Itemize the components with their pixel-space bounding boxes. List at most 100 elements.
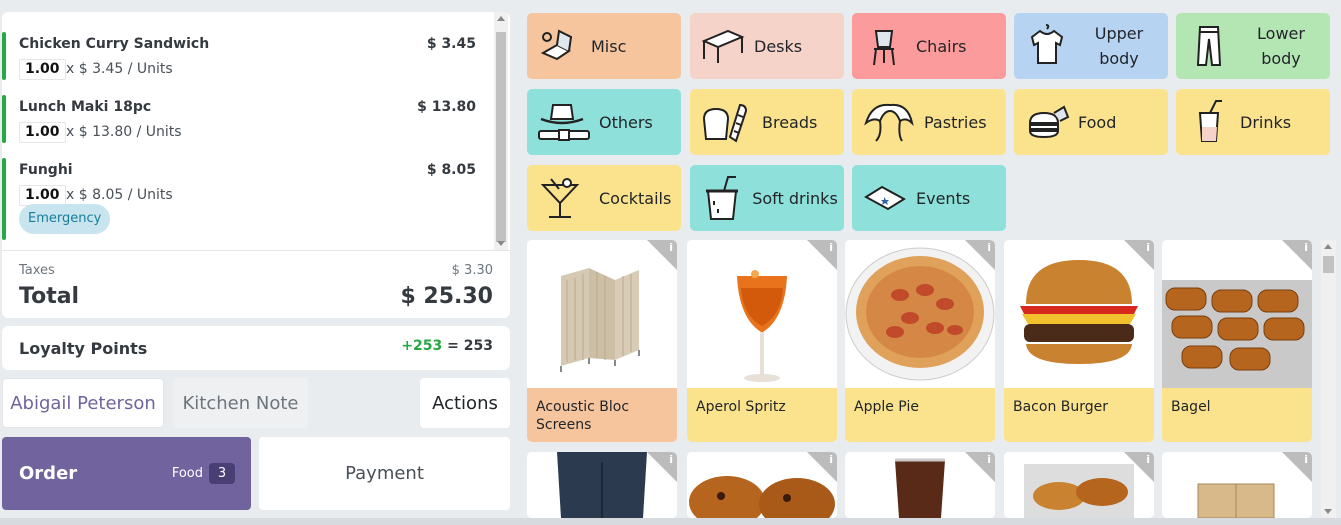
bottom-edge	[0, 518, 1341, 525]
loyalty-equals: =	[447, 338, 459, 354]
total-label: Total	[19, 284, 80, 309]
misc-icon	[540, 29, 573, 61]
product-card[interactable]: Aperol Spritz i	[687, 240, 837, 442]
total-value: $ 25.30	[400, 284, 493, 309]
product-card[interactable]: i	[1162, 452, 1312, 518]
category-lower-body[interactable]: Lower body	[1176, 13, 1330, 79]
scroll-down-arrow-icon[interactable]	[1324, 509, 1332, 514]
loyalty-label: Loyalty Points	[19, 339, 148, 358]
hat-icon	[538, 104, 590, 141]
category-upper-body[interactable]: Upper body	[1014, 13, 1168, 79]
category-cocktails[interactable]: Cocktails	[527, 165, 681, 231]
loyalty-gained: +253	[401, 338, 443, 354]
info-icon[interactable]: i	[829, 241, 833, 254]
product-card[interactable]: Acoustic Bloc Screens i	[527, 240, 677, 442]
order-panel: Chicken Curry Sandwich $ 3.45 1.00 x $ 3…	[0, 0, 512, 525]
line-unit-price: x $ 8.05 / Units	[66, 187, 173, 203]
kitchen-note-button[interactable]: Kitchen Note	[173, 378, 308, 428]
category-label: Chairs	[916, 36, 967, 56]
order-lines-list[interactable]: Chicken Curry Sandwich $ 3.45 1.00 x $ 3…	[2, 12, 510, 250]
info-icon[interactable]: i	[1146, 453, 1150, 466]
line-price: $ 13.80	[417, 99, 476, 115]
order-line[interactable]: Lunch Maki 18pc $ 13.80 1.00 x $ 13.80 /…	[2, 87, 492, 147]
category-label: Misc	[591, 36, 627, 56]
cocktail-icon	[540, 178, 580, 218]
category-desks[interactable]: Desks	[690, 13, 844, 79]
category-events[interactable]: Events	[852, 165, 1006, 231]
line-product-name: Chicken Curry Sandwich	[19, 36, 210, 52]
product-card[interactable]: i	[845, 452, 995, 518]
line-product-name: Lunch Maki 18pc	[19, 99, 152, 115]
product-card[interactable]: i	[687, 452, 837, 518]
scrollbar-thumb[interactable]	[496, 32, 506, 242]
chair-icon	[873, 30, 895, 66]
category-label: Pastries	[924, 112, 987, 132]
info-icon[interactable]: i	[669, 241, 673, 254]
payment-button[interactable]: Payment	[259, 437, 510, 510]
line-price: $ 8.05	[426, 162, 476, 178]
ticket-icon	[864, 185, 906, 211]
burger-icon	[1028, 105, 1070, 139]
category-misc[interactable]: Misc	[527, 13, 681, 79]
loyalty-points-row: Loyalty Points +253 = 253	[2, 326, 510, 370]
order-line-tag[interactable]: Emergency	[19, 204, 111, 234]
product-name: Aperol Spritz	[687, 388, 837, 442]
category-label: Cocktails	[599, 188, 672, 208]
scroll-up-arrow-icon[interactable]	[497, 16, 505, 21]
product-card[interactable]: Apple Pie i	[845, 240, 995, 442]
category-food[interactable]: Food	[1014, 89, 1168, 155]
pos-screen: Chicken Curry Sandwich $ 3.45 1.00 x $ 3…	[0, 0, 1341, 525]
product-name: Apple Pie	[845, 388, 995, 442]
line-quantity: 1.00	[19, 59, 66, 80]
product-name: Acoustic Bloc Screens	[527, 388, 677, 442]
info-icon[interactable]: i	[1304, 453, 1308, 466]
order-category-label: Food	[171, 466, 203, 481]
category-label: Food	[1078, 112, 1117, 132]
scroll-up-arrow-icon[interactable]	[1324, 244, 1332, 249]
info-icon[interactable]: i	[669, 453, 673, 466]
product-name: Bacon Burger	[1004, 388, 1154, 442]
order-lines-scrollbar[interactable]	[494, 12, 508, 250]
taxes-label: Taxes	[19, 263, 55, 278]
order-count-badge: 3	[209, 463, 235, 484]
info-icon[interactable]: i	[1304, 241, 1308, 254]
line-unit-price: x $ 3.45 / Units	[66, 61, 173, 77]
products-scrollbar[interactable]	[1321, 240, 1336, 518]
line-price: $ 3.45	[426, 36, 476, 52]
info-icon[interactable]: i	[987, 241, 991, 254]
customer-button[interactable]: Abigail Peterson	[2, 378, 164, 428]
order-line[interactable]: Chicken Curry Sandwich $ 3.45 1.00 x $ 3…	[2, 24, 492, 84]
pants-icon	[1196, 26, 1222, 66]
category-label: Drinks	[1240, 112, 1292, 132]
order-summary: Taxes $ 3.30 Total $ 25.30	[2, 250, 510, 318]
loyalty-balance: 253	[463, 338, 493, 354]
category-label: Others	[599, 112, 653, 132]
category-others[interactable]: Others	[527, 89, 681, 155]
order-button[interactable]: Order Food 3	[2, 437, 251, 510]
product-card[interactable]: i	[527, 452, 677, 518]
actions-button[interactable]: Actions	[420, 378, 510, 428]
category-label: Lower body	[1257, 24, 1305, 68]
line-selected-bar	[2, 95, 6, 143]
info-icon[interactable]: i	[1146, 241, 1150, 254]
info-icon[interactable]: i	[987, 453, 991, 466]
line-quantity: 1.00	[19, 122, 66, 143]
category-soft-drinks[interactable]: Soft drinks	[690, 165, 844, 231]
category-drinks[interactable]: Drinks	[1176, 89, 1330, 155]
scroll-down-arrow-icon[interactable]	[497, 241, 505, 246]
category-label: Soft drinks	[752, 188, 838, 208]
desk-icon	[701, 29, 745, 63]
info-icon[interactable]: i	[829, 453, 833, 466]
taxes-value: $ 3.30	[451, 263, 493, 278]
category-label: Events	[916, 188, 971, 208]
shirt-icon	[1030, 24, 1064, 64]
product-card[interactable]: Bagel i	[1162, 240, 1312, 442]
loyalty-points: +253 = 253	[401, 338, 493, 354]
product-card[interactable]: Bacon Burger i	[1004, 240, 1154, 442]
category-pastries[interactable]: Pastries	[852, 89, 1006, 155]
category-label: Upper body	[1094, 24, 1144, 68]
product-card[interactable]: i	[1004, 452, 1154, 518]
scrollbar-thumb[interactable]	[1323, 256, 1334, 273]
category-breads[interactable]: Breads	[690, 89, 844, 155]
category-chairs[interactable]: Chairs	[852, 13, 1006, 79]
